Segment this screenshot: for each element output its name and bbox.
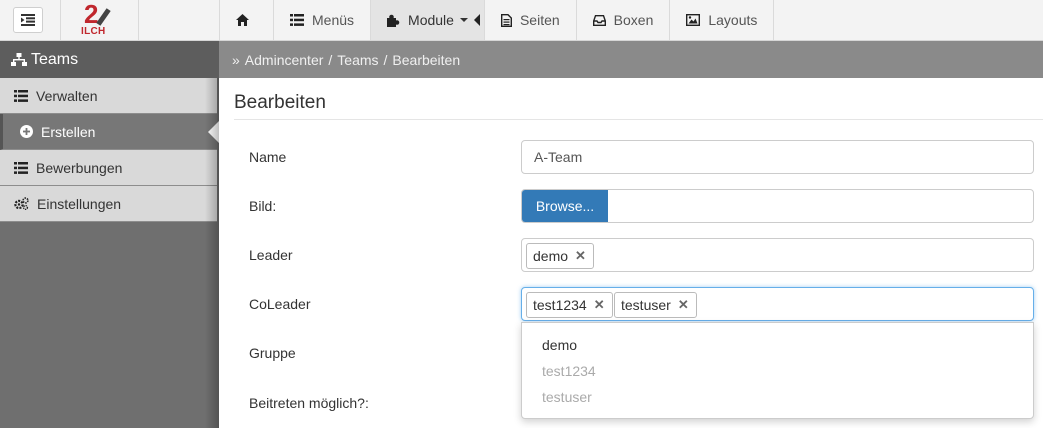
sidebar-item-label: Erstellen (41, 123, 96, 140)
coleader-label: CoLeader (249, 296, 311, 312)
nav-layouts[interactable]: Layouts (669, 0, 775, 40)
sitemap-icon (11, 53, 27, 66)
leader-label: Leader (249, 247, 293, 263)
gears-icon (14, 197, 29, 210)
sidebar-item-label: Einstellungen (37, 195, 122, 212)
sidebar-item-bewerbungen[interactable]: Bewerbungen (0, 150, 217, 186)
sidebar-item-verwalten[interactable]: Verwalten (0, 78, 217, 114)
sidebar-item-einstellungen[interactable]: Einstellungen (0, 186, 217, 222)
list-icon (14, 161, 28, 174)
puzzle-icon (387, 14, 400, 27)
leader-tag: demo ✕ (526, 243, 594, 269)
tag-label: testuser (621, 297, 671, 313)
list-icon (290, 14, 304, 26)
coleader-select[interactable]: test1234 ✕ testuser ✕ (521, 287, 1034, 321)
name-input-value: A-Team (534, 149, 583, 165)
breadcrumb-item-teams[interactable]: Teams (337, 52, 378, 68)
ilch-logo[interactable]: 2 ILCH (81, 0, 115, 38)
indent-icon (21, 14, 35, 26)
sidebar-item-label: Bewerbungen (36, 159, 123, 176)
list-icon (14, 89, 28, 102)
nav-module-label: Module (408, 12, 454, 28)
breadcrumb-item-bearbeiten: Bearbeiten (392, 51, 461, 68)
page-title: Bearbeiten (234, 92, 326, 113)
join-label: Beitreten möglich?: (249, 395, 369, 411)
sidebar-toggle-cell (0, 0, 61, 40)
nav-seiten-label: Seiten (519, 12, 560, 28)
title-divider (234, 119, 1043, 120)
nav-layouts-label: Layouts (708, 12, 758, 28)
remove-tag-icon[interactable]: ✕ (678, 297, 689, 313)
leader-select[interactable]: demo ✕ (521, 238, 1034, 272)
nav-menus[interactable]: Menüs (273, 0, 370, 40)
breadcrumb-separator: / (328, 51, 333, 68)
sidebar: Teams Verwalten Erstellen Bewerbungen Ei… (0, 41, 219, 428)
home-icon (236, 14, 249, 26)
tag-label: test1234 (533, 297, 587, 313)
image-icon (686, 14, 701, 26)
nav-menus-label: Menüs (312, 12, 355, 28)
logo-text: ILCH (81, 26, 106, 37)
breadcrumb-item-admincenter[interactable]: Admincenter (245, 52, 324, 68)
tag-label: demo (533, 248, 569, 264)
coleader-tag: test1234 ✕ (526, 292, 613, 318)
browse-button[interactable]: Browse... (522, 190, 608, 222)
name-input[interactable]: A-Team (521, 140, 1034, 174)
coleader-dropdown: demo test1234 testuser (521, 322, 1034, 419)
nav-boxen-label: Boxen (613, 12, 654, 28)
chevron-down-icon (459, 18, 468, 22)
inbox-icon (592, 14, 606, 26)
file-icon (500, 13, 512, 27)
nav-seiten[interactable]: Seiten (483, 0, 576, 40)
image-file-input[interactable]: Browse... (521, 189, 1034, 223)
sidebar-item-erstellen[interactable]: Erstellen (0, 114, 219, 150)
dropdown-option[interactable]: demo (542, 337, 577, 353)
dropdown-option: test1234 (542, 363, 596, 379)
image-label: Bild: (249, 198, 277, 214)
nav-home[interactable] (219, 0, 273, 40)
logo-cell: 2 ILCH (60, 0, 139, 40)
group-label: Gruppe (249, 345, 296, 361)
remove-tag-icon[interactable]: ✕ (575, 248, 586, 264)
remove-tag-icon[interactable]: ✕ (594, 297, 605, 313)
main-nav: Menüs Module Seiten Boxen Layouts (219, 0, 775, 40)
sidebar-title-label: Teams (31, 50, 79, 68)
nav-boxen[interactable]: Boxen (575, 0, 670, 40)
breadcrumb-separator: / (383, 51, 388, 68)
breadcrumb-prefix: » (232, 51, 240, 68)
nav-active-pointer (474, 14, 480, 26)
top-navbar: 2 ILCH Menüs Module Seiten Boxen Layouts (0, 0, 1043, 41)
sidebar-toggle-button[interactable] (13, 7, 43, 33)
sidebar-title: Teams (0, 41, 219, 78)
name-label: Name (249, 149, 287, 165)
coleader-tag: testuser ✕ (614, 292, 697, 318)
nav-module[interactable]: Module (370, 0, 484, 40)
breadcrumb: » Admincenter / Teams / Bearbeiten (219, 41, 1043, 78)
sidebar-item-label: Verwalten (36, 87, 98, 104)
dropdown-option: testuser (542, 389, 592, 405)
plus-circle-icon (20, 125, 33, 138)
